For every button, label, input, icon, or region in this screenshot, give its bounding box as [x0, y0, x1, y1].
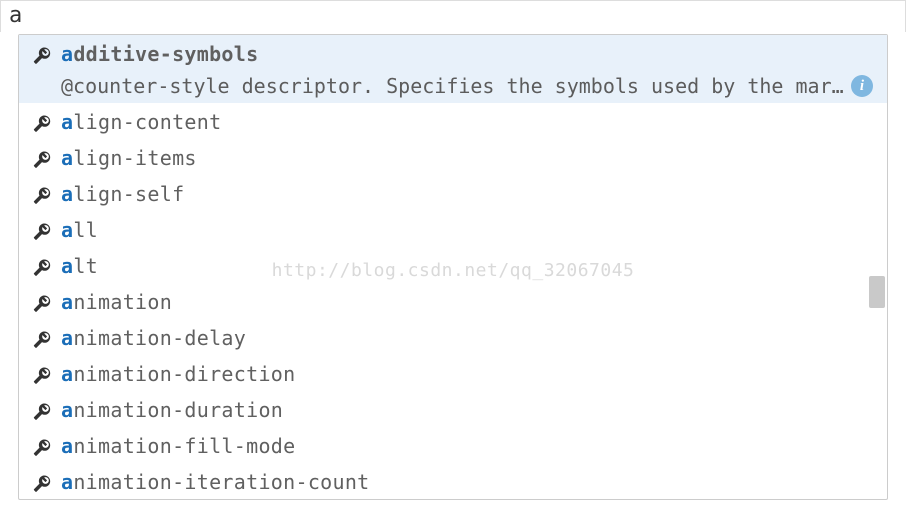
wrench-icon	[33, 215, 59, 241]
suggestion-label: additive-symbols	[61, 39, 873, 69]
suggestion-item[interactable]: animation-direction	[19, 355, 887, 391]
suggestion-item[interactable]: animation-iteration-count	[19, 463, 887, 499]
suggestion-label: animation-direction	[61, 359, 873, 389]
suggestion-item[interactable]: all	[19, 211, 887, 247]
wrench-icon	[33, 323, 59, 349]
suggestion-description: @counter-style descriptor. Specifies the…	[61, 71, 845, 101]
wrench-icon	[33, 251, 59, 277]
suggestion-item[interactable]: additive-symbols@counter-style descripto…	[19, 35, 887, 103]
suggestion-item[interactable]: animation-delay	[19, 319, 887, 355]
suggestion-label: animation-delay	[61, 323, 873, 353]
wrench-icon	[33, 287, 59, 313]
search-input[interactable]: a	[0, 0, 906, 32]
wrench-icon	[33, 431, 59, 457]
wrench-icon	[33, 179, 59, 205]
wrench-icon	[33, 467, 59, 493]
suggestion-label: align-items	[61, 143, 873, 173]
suggestion-label: align-self	[61, 179, 873, 209]
suggestion-item[interactable]: align-content	[19, 103, 887, 139]
suggestion-label: animation-duration	[61, 395, 873, 425]
wrench-icon	[33, 395, 59, 421]
suggestion-label: animation	[61, 287, 873, 317]
scrollbar-thumb[interactable]	[869, 276, 885, 308]
wrench-icon	[33, 107, 59, 133]
suggestion-item[interactable]: animation-fill-mode	[19, 427, 887, 463]
suggestion-label: animation-fill-mode	[61, 431, 873, 461]
suggestion-label: align-content	[61, 107, 873, 137]
suggestion-item[interactable]: animation-duration	[19, 391, 887, 427]
suggestion-item[interactable]: align-self	[19, 175, 887, 211]
suggestion-item[interactable]: align-items	[19, 139, 887, 175]
suggestion-label: alt	[61, 251, 873, 281]
suggestion-item[interactable]: alt	[19, 247, 887, 283]
autocomplete-panel: additive-symbols@counter-style descripto…	[18, 34, 888, 500]
wrench-icon	[33, 143, 59, 169]
wrench-icon	[33, 39, 59, 65]
wrench-icon	[33, 359, 59, 385]
info-icon[interactable]: i	[851, 75, 873, 97]
suggestion-label: animation-iteration-count	[61, 467, 873, 497]
suggestion-label: all	[61, 215, 873, 245]
suggestion-item[interactable]: animation	[19, 283, 887, 319]
